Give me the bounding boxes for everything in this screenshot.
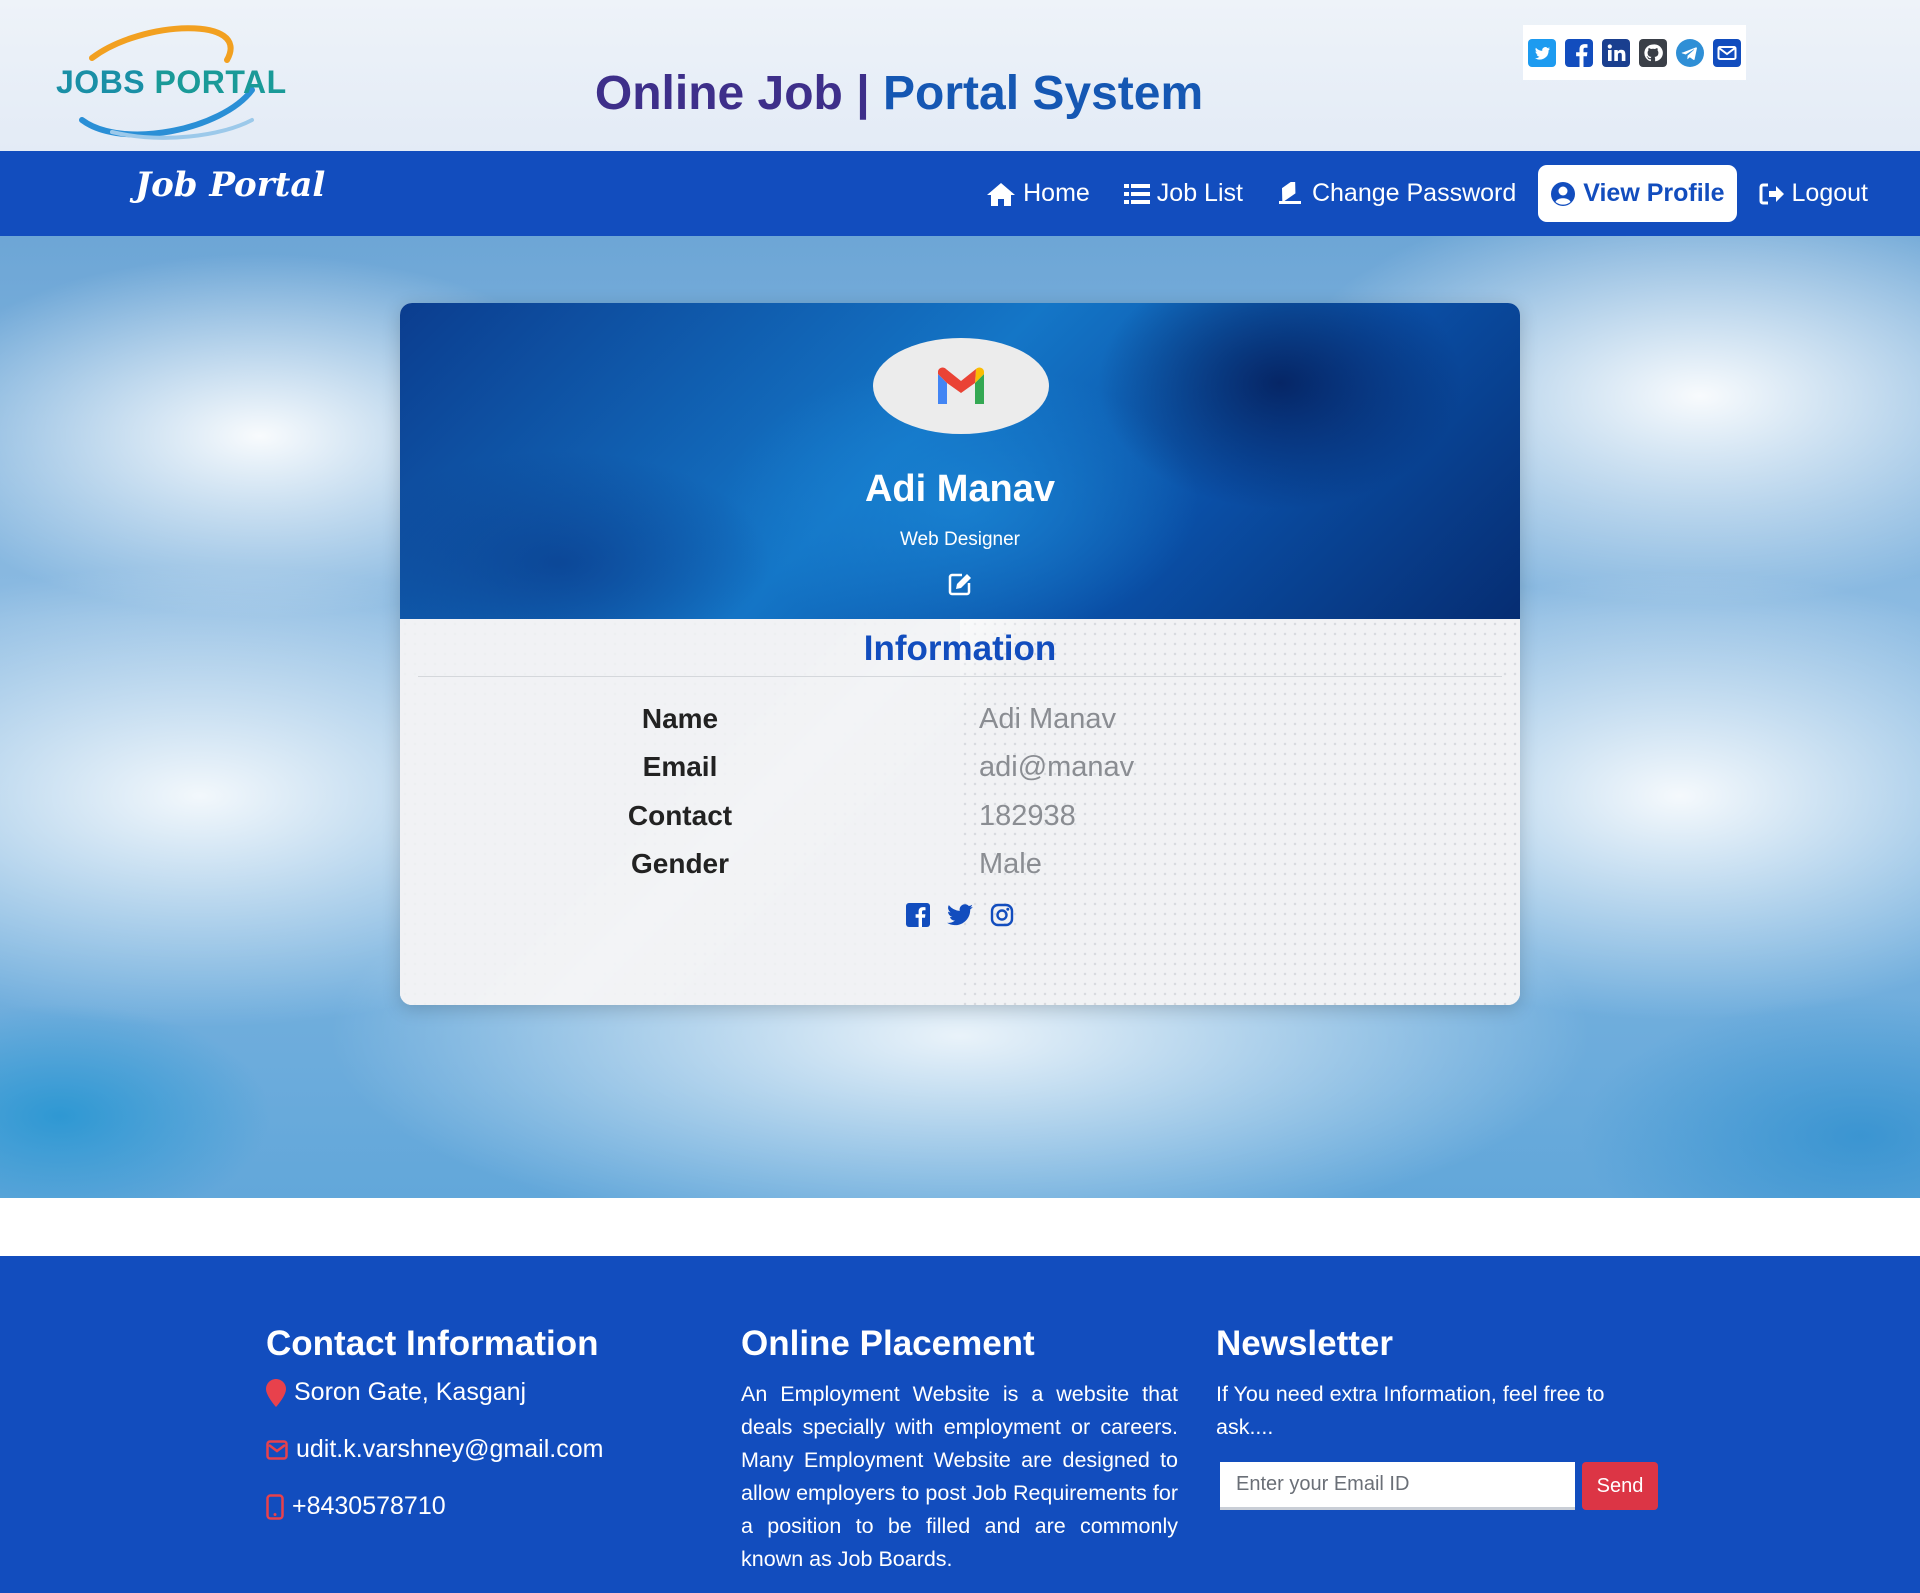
facebook-icon[interactable] [1564,38,1594,68]
twitter-icon[interactable] [1527,38,1557,68]
top-header: JOBS PORTAL Online Job | Portal System [0,0,1920,151]
info-label-gender: Gender [630,848,730,879]
nav-item-view-profile[interactable]: View Profile [1538,165,1737,222]
instagram-icon[interactable] [988,901,1016,929]
footer: Contact Information Soron Gate, Kasganj … [0,1256,1920,1593]
list-icon [1123,183,1150,204]
nav-menu: Home Job List Change Password View Profi… [974,165,1880,222]
nav-item-view-profile-label: View Profile [1583,179,1725,207]
newsletter-send-button[interactable]: Send [1582,1462,1658,1510]
github-icon[interactable] [1638,38,1668,68]
gmail-icon [938,367,984,404]
info-heading: Information [863,629,1057,668]
newsletter-form: Send [1220,1462,1658,1510]
envelope-icon[interactable] [1712,38,1742,68]
home-icon [987,182,1016,206]
contact-phone: +8430578710 [266,1492,603,1521]
mobile-phone-icon [266,1493,284,1520]
newsletter-email-input[interactable] [1220,1462,1575,1510]
envelope-icon [266,1439,288,1460]
nav-item-home-label: Home [1023,179,1090,207]
map-marker-icon [266,1378,286,1407]
footer-placement-column: Online Placement An Employment Website i… [741,1324,1178,1576]
footer-contact-heading: Contact Information [266,1324,599,1363]
info-label-contact: Contact [627,800,733,831]
avatar [873,338,1049,434]
nav-item-change-password[interactable]: Change Password [1265,165,1528,222]
contact-address: Soron Gate, Kasganj [266,1378,603,1407]
profile-role: Web Designer [899,529,1021,550]
info-divider [418,676,1502,677]
contact-email: udit.k.varshney@gmail.com [266,1435,603,1464]
footer-contact-column: Contact Information Soron Gate, Kasganj … [266,1324,603,1549]
facebook-icon[interactable] [904,901,932,929]
profile-name: Adi Manav [864,468,1056,510]
info-row-email: Email adi@manav [400,751,1520,791]
footer-newsletter-column: Newsletter If You need extra Information… [1216,1324,1658,1510]
nav-item-change-password-label: Change Password [1311,179,1517,207]
twitter-icon[interactable] [946,901,974,929]
info-row-contact: Contact 182938 [400,800,1520,840]
nav-item-logout[interactable]: Logout [1747,165,1880,222]
edit-icon[interactable] [948,572,972,596]
eraser-icon [1278,181,1301,204]
main-navbar: Job Portal Home Job List Change Password… [0,151,1920,236]
linkedin-icon[interactable] [1601,38,1631,68]
info-row-name: Name Adi Manav [400,703,1520,743]
info-value-gender: Male [979,848,1042,880]
nav-item-job-list-label: Job List [1156,179,1243,207]
nav-item-logout-label: Logout [1791,179,1868,207]
user-circle-icon [1551,181,1576,206]
info-value-contact: 182938 [979,800,1076,832]
footer-placement-heading: Online Placement [741,1324,1035,1363]
nav-item-job-list[interactable]: Job List [1112,165,1255,222]
footer-newsletter-heading: Newsletter [1216,1324,1394,1363]
site-title-part2: Portal System [883,67,1204,120]
contact-address-text: Soron Gate, Kasganj [294,1378,527,1406]
footer-newsletter-text: If You need extra Information, feel free… [1216,1382,1605,1439]
header-social-links [1523,25,1746,80]
info-value-name: Adi Manav [979,703,1117,735]
info-value-email: adi@manav [979,751,1135,783]
nav-item-home[interactable]: Home [974,165,1102,222]
site-title-part1: Online Job [594,67,843,120]
info-row-gender: Gender Male [400,848,1520,888]
contact-email-text[interactable]: udit.k.varshney@gmail.com [296,1435,603,1464]
profile-card: Adi Manav Web Designer Information Name … [400,303,1520,1005]
site-title-separator: | [856,67,870,120]
contact-phone-text[interactable]: +8430578710 [292,1492,446,1521]
profile-info-section: Information Name Adi Manav Email adi@man… [400,619,1520,1005]
telegram-icon[interactable] [1675,38,1705,68]
footer-placement-text: An Employment Website is a website that … [741,1382,1178,1571]
info-label-name: Name [641,703,719,734]
profile-card-header: Adi Manav Web Designer [400,303,1520,619]
sign-out-icon [1759,183,1784,204]
profile-social-links [400,901,1520,929]
navbar-brand[interactable]: Job Portal [135,165,325,205]
info-label-email: Email [642,751,718,782]
